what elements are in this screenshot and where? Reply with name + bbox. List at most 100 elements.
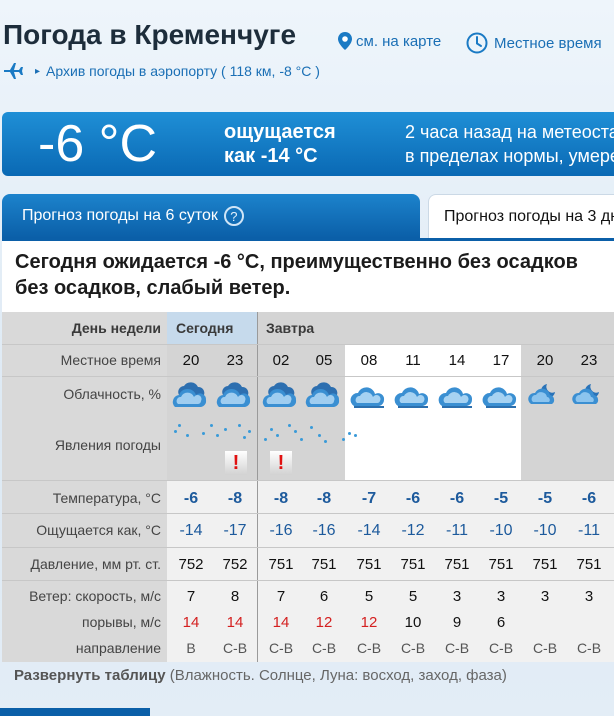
bottom-tab-edge	[0, 708, 150, 716]
wind-direction-cell: С-В	[400, 640, 426, 656]
wind-speed-cell: 3	[496, 588, 506, 605]
current-weather-banner: -6 °C ощущается как -14 °C 2 часа назад …	[2, 112, 614, 176]
day-header-today: Сегодня	[176, 320, 234, 336]
tab-forecast-6-days-label: Прогноз погоды на 6 суток	[22, 207, 218, 224]
forecast-summary-line2: без осадков, слабый ветер.	[15, 277, 291, 299]
snow-cloud-icon	[215, 380, 259, 414]
row-divider	[2, 547, 614, 548]
local-time-cell: 08	[360, 352, 378, 369]
wind-gust-cell: 14	[272, 614, 290, 631]
tab-forecast-3-days[interactable]: Прогноз погоды на 3 дня	[428, 194, 614, 238]
forecast-table: День недели Местное время Облачность, % …	[2, 312, 614, 662]
snow-dot-icon	[243, 436, 246, 439]
feels-like-cell: -10	[533, 522, 557, 539]
wind-gust-cell: 6	[496, 614, 506, 631]
forecast-summary: Сегодня ожидается -6 °C, преимущественно…	[15, 249, 578, 301]
label-local-time: Местное время	[60, 352, 161, 368]
local-time-link[interactable]: Местное время	[466, 32, 602, 54]
pressure-cell: 751	[311, 556, 337, 573]
snow-cloud-icon	[304, 380, 348, 414]
feels-like-cell: -16	[312, 522, 336, 539]
cloudy-icon	[393, 380, 437, 414]
pressure-cell: 751	[444, 556, 470, 573]
snow-dot-icon	[342, 438, 345, 441]
wind-speed-cell: 5	[364, 588, 374, 605]
pressure-cell: 751	[268, 556, 294, 573]
snow-dot-icon	[186, 434, 189, 437]
map-link[interactable]: см. на карте	[338, 32, 441, 50]
wind-direction-cell: В	[186, 640, 196, 656]
local-time-cell: 20	[536, 352, 554, 369]
snow-dot-icon	[348, 432, 351, 435]
pressure-cell: 752	[222, 556, 248, 573]
wind-direction-cell: С-В	[488, 640, 514, 656]
temperature-cell: -8	[227, 490, 243, 507]
clock-icon	[466, 32, 488, 54]
day-header-tomorrow: Завтра	[266, 320, 315, 336]
label-pressure: Давление, мм рт. ст.	[30, 556, 161, 572]
wind-speed-cell: 3	[584, 588, 594, 605]
snow-dot-icon	[210, 424, 213, 427]
tab-forecast-3-days-label: Прогноз погоды на 3 дня	[444, 207, 614, 225]
snow-dot-icon	[310, 426, 313, 429]
wind-speed-cell: 7	[276, 588, 286, 605]
station-description-line1: 2 часа назад на метеостанции	[405, 122, 614, 142]
snow-dot-icon	[324, 440, 327, 443]
forecast-summary-line1: Сегодня ожидается -6 °C, преимущественно…	[15, 251, 578, 273]
cloudy-icon	[349, 380, 393, 414]
wind-gust-cell: 12	[315, 614, 333, 631]
snow-dot-icon	[178, 424, 181, 427]
local-time-cell: 17	[492, 352, 510, 369]
temperature-cell: -5	[493, 490, 509, 507]
warning-icon[interactable]: !	[270, 451, 292, 475]
feels-like-cell: -14	[179, 522, 203, 539]
temperature-cell: -6	[449, 490, 465, 507]
expand-table-link[interactable]: Развернуть таблицу (Влажность. Солнце, Л…	[14, 667, 507, 684]
airplane-icon	[4, 63, 23, 79]
snow-dot-icon	[238, 424, 241, 427]
cloudy-icon	[437, 380, 481, 414]
station-description: 2 часа назад на метеостанции в пределах …	[405, 120, 614, 168]
feels-like-cell: -14	[357, 522, 381, 539]
temperature-cell: -7	[361, 490, 377, 507]
airport-archive-link[interactable]: ▸ Архив погоды в аэропорту ( 118 км, -8 …	[3, 62, 320, 80]
pressure-cell: 751	[532, 556, 558, 573]
help-icon[interactable]: ?	[223, 206, 244, 226]
wind-direction-cell: С-В	[311, 640, 337, 656]
expand-table-detail: (Влажность. Солнце, Луна: восход, заход,…	[169, 667, 507, 684]
wind-speed-cell: 3	[540, 588, 550, 605]
label-cloudiness: Облачность, %	[63, 386, 161, 402]
local-time-cell: 23	[226, 352, 244, 369]
station-description-line2: в пределах нормы, умеренный	[405, 146, 614, 166]
local-time-cell: 20	[182, 352, 200, 369]
row-divider	[2, 480, 614, 481]
pressure-cell: 751	[488, 556, 514, 573]
temperature-cell: -6	[405, 490, 421, 507]
snow-cloud-icon	[171, 380, 215, 414]
airport-archive-label: Архив погоды в аэропорту ( 118 км, -8 °C…	[46, 63, 320, 79]
feels-like-cell: -10	[489, 522, 513, 539]
pressure-cell: 751	[400, 556, 426, 573]
label-day-of-week: День недели	[71, 320, 161, 336]
label-weather-phenomena: Явления погоды	[54, 437, 161, 453]
feels-like-cell: -16	[269, 522, 293, 539]
snow-dot-icon	[270, 428, 273, 431]
row-divider	[2, 513, 614, 514]
snow-dot-icon	[300, 438, 303, 441]
warning-icon[interactable]: !	[225, 451, 247, 475]
row-divider	[2, 580, 614, 581]
wind-speed-cell: 3	[452, 588, 462, 605]
feels-like-cell: -12	[401, 522, 425, 539]
snow-dot-icon	[248, 430, 251, 433]
snow-dot-icon	[174, 430, 177, 433]
local-time-cell: 14	[448, 352, 466, 369]
local-time-cell: 11	[405, 352, 421, 369]
temperature-cell: -8	[316, 490, 332, 507]
local-time-cell: 05	[315, 352, 333, 369]
tab-forecast-6-days[interactable]: Прогноз погоды на 6 суток ?	[2, 194, 420, 238]
temperature-cell: -6	[183, 490, 199, 507]
pressure-cell: 751	[576, 556, 602, 573]
snow-dot-icon	[288, 424, 291, 427]
wind-gust-cell: 12	[360, 614, 378, 631]
page-title: Погода в Кременчуге	[3, 19, 297, 50]
